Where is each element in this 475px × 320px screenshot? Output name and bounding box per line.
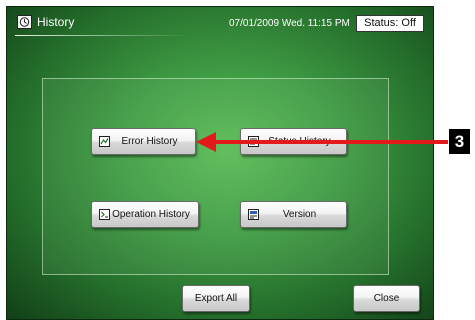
callout-arrow-head — [196, 132, 216, 152]
callout-arrow — [196, 132, 448, 152]
step-number-badge: 3 — [449, 129, 470, 154]
